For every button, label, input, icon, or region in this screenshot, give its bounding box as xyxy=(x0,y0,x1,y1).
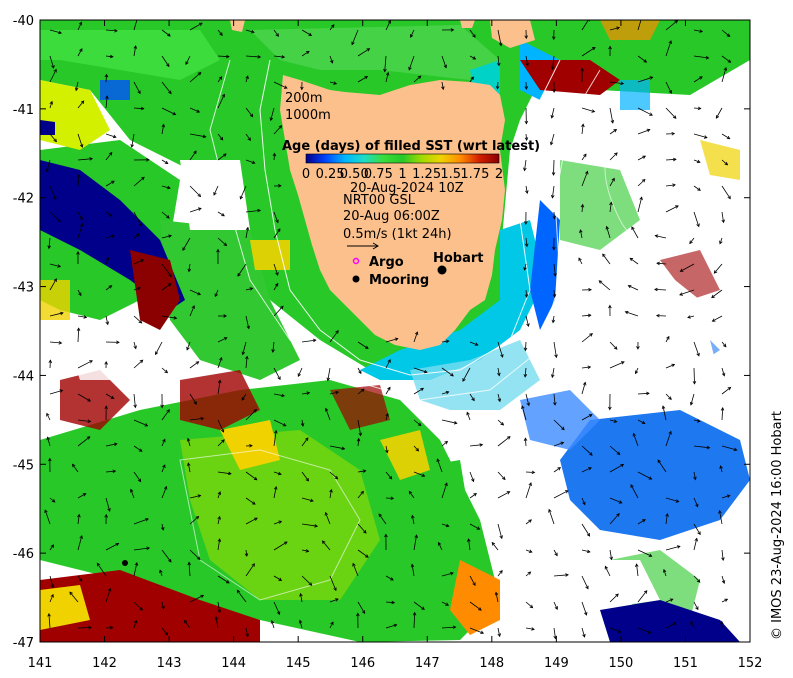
colorbar xyxy=(305,153,500,164)
y-tick-label: -46 xyxy=(13,547,34,562)
y-tick-label: -41 xyxy=(13,103,34,118)
y-tick-label: -45 xyxy=(13,458,34,473)
vector-scale-label: 0.5m/s (1kt 24h) xyxy=(343,227,452,242)
product-name: NRT00 GSL xyxy=(343,193,416,208)
mooring-marker xyxy=(122,560,128,566)
depth-label-1000m: 1000m xyxy=(285,108,331,123)
x-tick-label: 148 xyxy=(479,656,504,671)
y-tick-label: -47 xyxy=(13,636,34,651)
y-tick-label: -40 xyxy=(13,14,34,29)
x-tick-label: 151 xyxy=(673,656,698,671)
x-tick-label: 150 xyxy=(608,656,633,671)
colorbar-tick-label: 1.5 xyxy=(440,167,461,182)
colorbar-tick-label: 2 xyxy=(495,167,503,182)
current-vector xyxy=(77,627,92,629)
credit-text: © IMOS 23-Aug-2024 16:00 Hobart xyxy=(770,411,785,640)
argo-legend-label: Argo xyxy=(369,255,404,270)
mooring-legend-label: Mooring xyxy=(369,273,429,288)
current-vector xyxy=(693,367,695,384)
colorbar-tick-label: 0 xyxy=(302,167,310,182)
x-tick-label: 146 xyxy=(350,656,375,671)
x-tick-label: 141 xyxy=(28,656,53,671)
colorbar-ticks: 0 0.250.500.75 1 1.25 1.5 1.75 2 xyxy=(302,167,503,182)
colorbar-tick-label: 1 xyxy=(398,167,406,182)
x-tick-label: 149 xyxy=(544,656,569,671)
x-tick-label: 144 xyxy=(221,656,246,671)
y-tick-label: -43 xyxy=(13,281,34,296)
current-vector-head xyxy=(136,16,139,19)
sst-map-figure: 141 142 143 144 145 146 147 148 149 150 151 152 -40… xyxy=(13,14,785,671)
depth-label-200m: 200m xyxy=(285,91,322,106)
x-tick-label: 142 xyxy=(92,656,117,671)
x-tick-label: 145 xyxy=(286,656,311,671)
x-tick-label: 152 xyxy=(738,656,763,671)
current-vector xyxy=(553,159,555,176)
y-tick-label: -42 xyxy=(13,192,34,207)
colorbar-tick-label: 1.25 xyxy=(412,167,441,182)
current-vector-head xyxy=(640,15,643,18)
colorbar-tick-label: 0.75 xyxy=(364,167,393,182)
hobart-marker xyxy=(437,265,447,275)
colorbar-tick-label: 1.75 xyxy=(460,167,489,182)
mooring-legend-marker xyxy=(352,275,360,283)
x-tick-label: 147 xyxy=(415,656,440,671)
product-time: 20-Aug 06:00Z xyxy=(343,209,440,224)
x-tick-label: 143 xyxy=(157,656,182,671)
y-tick-label: -44 xyxy=(13,369,34,384)
colorbar-title: Age (days) of filled SST (wrt latest) xyxy=(282,139,540,154)
city-label-hobart: Hobart xyxy=(433,251,484,266)
